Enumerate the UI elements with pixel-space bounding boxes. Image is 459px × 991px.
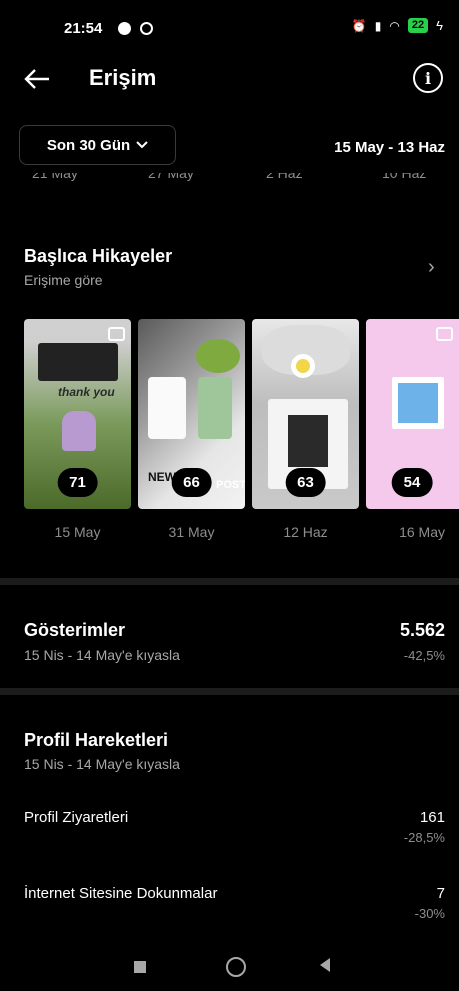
story-vase-green xyxy=(198,377,232,439)
story-date: 31 May xyxy=(168,524,215,540)
recent-apps-button[interactable] xyxy=(134,961,146,973)
impressions-title: Gösterimler xyxy=(24,620,126,640)
navigation-arrow-icon xyxy=(118,22,131,36)
wifi-icon: ◠ xyxy=(389,18,400,33)
top-stories-title[interactable]: Başlıca Hikayeler xyxy=(24,246,172,267)
story-flower xyxy=(296,359,310,373)
alarm-icon: ⏰ xyxy=(351,18,367,33)
charging-icon: ϟ xyxy=(436,18,443,33)
battery-icon: 22 xyxy=(407,18,429,33)
story-person xyxy=(62,411,96,451)
system-back-button[interactable] xyxy=(320,958,330,972)
profile-visits-label: Profil Ziyaretleri xyxy=(24,809,129,826)
story-stamp xyxy=(392,377,444,429)
notification-ring-icon xyxy=(140,22,154,36)
date-range-text: 15 May - 13 Haz xyxy=(334,139,445,156)
axis-label: 10 Haz xyxy=(382,173,427,181)
axis-label: 27 May xyxy=(148,173,194,181)
story-card[interactable]: thank you 71 xyxy=(24,319,131,509)
signal-icon: ▮ xyxy=(374,18,382,33)
story-date: 15 May xyxy=(54,524,101,540)
chevron-right-icon[interactable]: › xyxy=(428,256,435,279)
story-reach-count: 54 xyxy=(391,468,433,497)
back-arrow-icon xyxy=(24,69,49,89)
info-button[interactable]: i xyxy=(413,63,443,93)
story-reach-count: 63 xyxy=(285,468,326,497)
website-taps-change: -30% xyxy=(414,906,445,921)
profile-activity-compare: 15 Nis - 14 May'e kıyasla xyxy=(24,756,180,772)
status-notification-icons xyxy=(113,20,154,38)
impressions-change: -42,5% xyxy=(403,648,445,663)
camera-icon xyxy=(108,327,125,341)
date-range-dropdown-label: Son 30 Gün xyxy=(46,136,131,154)
info-icon: i xyxy=(424,68,432,88)
page-title: Erişim xyxy=(89,65,157,90)
camera-icon xyxy=(436,327,453,341)
story-vase-white xyxy=(148,377,186,439)
status-time: 21:54 xyxy=(64,20,103,37)
impressions-compare: 15 Nis - 14 May'e kıyasla xyxy=(24,647,180,663)
story-reach-count: 71 xyxy=(57,468,98,497)
story-card[interactable]: 54 xyxy=(366,319,459,509)
chart-axis-cut: 21 May 27 May 2 Haz 10 Haz xyxy=(0,173,459,185)
story-reach-count: 66 xyxy=(171,468,212,497)
story-overlay-text: POST xyxy=(216,479,245,491)
status-right: ⏰ ▮ ◠ 22 ϟ xyxy=(352,18,443,33)
section-divider xyxy=(0,578,459,585)
profile-activity-title: Profil Hareketleri xyxy=(24,730,169,750)
story-fishnet xyxy=(288,415,328,467)
chevron-down-icon xyxy=(136,141,148,149)
top-stories-subtitle: Erişime göre xyxy=(24,272,103,288)
story-overlay-text: thank you xyxy=(58,385,115,399)
profile-visits-change: -28,5% xyxy=(403,830,445,845)
date-range-dropdown[interactable]: Son 30 Gün xyxy=(19,125,176,165)
impressions-value: 5.562 xyxy=(399,620,445,640)
website-taps-value: 7 xyxy=(436,885,445,902)
axis-label: 2 Haz xyxy=(266,173,303,181)
story-stamp-fill xyxy=(398,383,438,423)
story-flowers xyxy=(196,339,240,373)
story-date: 16 May xyxy=(399,524,445,540)
section-divider xyxy=(0,688,459,695)
website-taps-label: İnternet Sitesine Dokunmalar xyxy=(24,885,218,902)
home-button[interactable] xyxy=(226,957,246,977)
back-button[interactable] xyxy=(20,62,54,96)
story-card[interactable]: 63 xyxy=(252,319,359,509)
story-thumbnail xyxy=(38,343,118,381)
story-card[interactable]: NEW POST 66 xyxy=(138,319,245,509)
profile-visits-value: 161 xyxy=(419,809,445,826)
story-date: 12 Haz xyxy=(283,524,328,540)
axis-label: 21 May xyxy=(32,173,78,181)
